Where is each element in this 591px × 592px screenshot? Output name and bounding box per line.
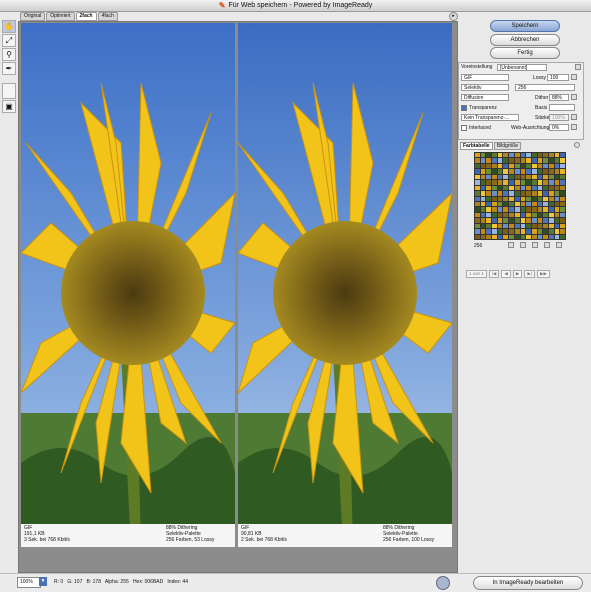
lossy-slider-icon[interactable] [571, 74, 577, 80]
first-frame-icon[interactable]: |◀ [488, 270, 500, 278]
strength-input[interactable]: 100% [549, 114, 569, 121]
lossy-input[interactable]: 100 [547, 74, 569, 81]
pane-info-right: GIF 90,81 KB 2 Sek. bei 768 Kbit/s 88% Dit… [238, 524, 452, 547]
time-text: 3 Sek. bei 768 Kbit/s [24, 537, 70, 543]
interlaced-label: Interlaced [469, 125, 491, 131]
optimization-settings: Voreinstellung [Unbenannt] GIF Lossy 100… [458, 62, 584, 140]
preview-pane-right[interactable]: GIF 90,81 KB 2 Sek. bei 768 Kbit/s 88% Dit… [238, 23, 452, 547]
prev-frame-icon[interactable]: ◀ [501, 270, 511, 278]
color-panel-tabs: Farbtabelle Bildgröße [460, 142, 522, 150]
eyedropper-color-swatch[interactable] [2, 83, 16, 99]
delete-color-icon[interactable] [556, 242, 562, 248]
dither-slider-icon[interactable] [571, 94, 577, 100]
pixel-info: R: 0 G: 107 B: 178 Alpha: 255 Hex: 006BA… [54, 579, 188, 585]
lossy-label: Lossy [533, 75, 547, 81]
toolbox: ✋ ⤢ ⚲ ✒ ▣ [2, 20, 16, 114]
colors-text: 256 Farben, 53 Lossy [166, 537, 215, 543]
map-transparency-icon[interactable] [508, 242, 514, 248]
sunflower-image [21, 23, 235, 547]
next-frame-icon[interactable]: ▶| [524, 270, 535, 278]
zoom-select[interactable]: 100% [17, 577, 41, 588]
tab-2up[interactable]: 2fach [75, 12, 97, 21]
tab-optimized[interactable]: Optimiert [46, 12, 75, 21]
done-button[interactable]: Fertig [490, 47, 560, 59]
browser-preview-icon[interactable] [436, 576, 450, 590]
reduction-select[interactable]: Selektiv [461, 84, 509, 91]
transparency-dither-select[interactable]: Kein Transparenz-... [461, 114, 519, 121]
chevron-down-icon[interactable]: ▼ [39, 577, 47, 586]
web-snap-label: Web-Ausrichtung [511, 125, 550, 131]
tab-color-table[interactable]: Farbtabelle [460, 142, 493, 150]
preview-menu-icon[interactable]: ▸ [449, 12, 458, 21]
preset-label: Voreinstellung [461, 64, 493, 70]
play-icon[interactable]: ▶ [512, 270, 523, 278]
frame-counter: 1 von 1 [466, 270, 487, 278]
strength-slider-icon[interactable] [571, 114, 577, 120]
sunflower-image [238, 23, 452, 547]
toggle-slices-icon[interactable]: ▣ [2, 100, 16, 113]
color-table-menu-icon[interactable] [574, 142, 580, 148]
pane-info-left: GIF 191,1 KB 3 Sek. bei 768 Kbit/s 88% Dit… [21, 524, 235, 547]
cancel-button[interactable]: Abbrechen [490, 34, 560, 46]
basis-label: Basis [535, 105, 548, 111]
preview-pane-left[interactable]: GIF 191,1 KB 3 Sek. bei 768 Kbit/s 88% Dit… [21, 23, 235, 547]
dither-label: Dither [535, 95, 549, 101]
colors-input[interactable]: 256 [515, 84, 575, 91]
settings-sidebar: Speichern Abbrechen Fertig Voreinstellun… [458, 12, 590, 572]
hand-tool-icon[interactable]: ✋ [2, 20, 16, 33]
transparency-checkbox[interactable] [461, 105, 467, 111]
last-frame-icon[interactable]: ▶▶ [536, 270, 550, 278]
web-snap-input[interactable]: 0% [549, 124, 569, 131]
new-color-icon[interactable] [544, 242, 550, 248]
lock-color-icon[interactable] [532, 242, 538, 248]
colors-text: 256 Farben, 100 Lossy [383, 537, 435, 543]
zoom-tool-icon[interactable]: ⚲ [2, 48, 16, 61]
preview-area: GIF 191,1 KB 3 Sek. bei 768 Kbit/s 88% Dit… [18, 21, 458, 573]
dither-algorithm-select[interactable]: Diffusion [461, 94, 509, 101]
transparency-label: Transparenz [469, 105, 497, 111]
tab-4up[interactable]: 4fach [97, 12, 118, 21]
eyedropper-tool-icon[interactable]: ✒ [2, 62, 16, 75]
window-title: Für Web speichern - Powered by ImageRead… [228, 2, 373, 9]
tab-original[interactable]: Original [20, 12, 46, 21]
interlaced-checkbox[interactable] [461, 125, 467, 131]
web-snap-slider-icon[interactable] [571, 124, 577, 130]
strength-label: Stärke [535, 115, 550, 121]
title-bar: ✎ Für Web speichern - Powered by ImageRe… [0, 0, 591, 12]
settings-menu-icon[interactable] [575, 64, 581, 70]
view-tabs: Original Optimiert 2fach 4fach [20, 12, 118, 21]
time-text: 2 Sek. bei 768 Kbit/s [241, 537, 287, 543]
edit-in-imageready-button[interactable]: In ImageReady bearbeiten [473, 576, 583, 590]
status-bar: 100% ▼ R: 0 G: 107 B: 178 Alpha: 255 Hex… [0, 573, 591, 592]
color-count: 256 [474, 243, 483, 249]
save-button[interactable]: Speichern [490, 20, 560, 32]
animation-nav: 1 von 1 |◀ ◀ ▶ ▶| ▶▶ [466, 270, 550, 278]
slice-select-tool-icon[interactable]: ⤢ [2, 34, 16, 47]
format-select[interactable]: GIF [461, 74, 509, 81]
basis-input[interactable] [549, 104, 575, 111]
dither-input[interactable]: 88% [549, 94, 569, 101]
web-shift-icon[interactable] [520, 242, 526, 248]
color-table-grid[interactable] [474, 152, 566, 240]
tab-image-size[interactable]: Bildgröße [493, 142, 522, 150]
preset-select[interactable]: [Unbenannt] [497, 64, 547, 71]
imageready-logo-icon: ✎ [218, 1, 226, 10]
